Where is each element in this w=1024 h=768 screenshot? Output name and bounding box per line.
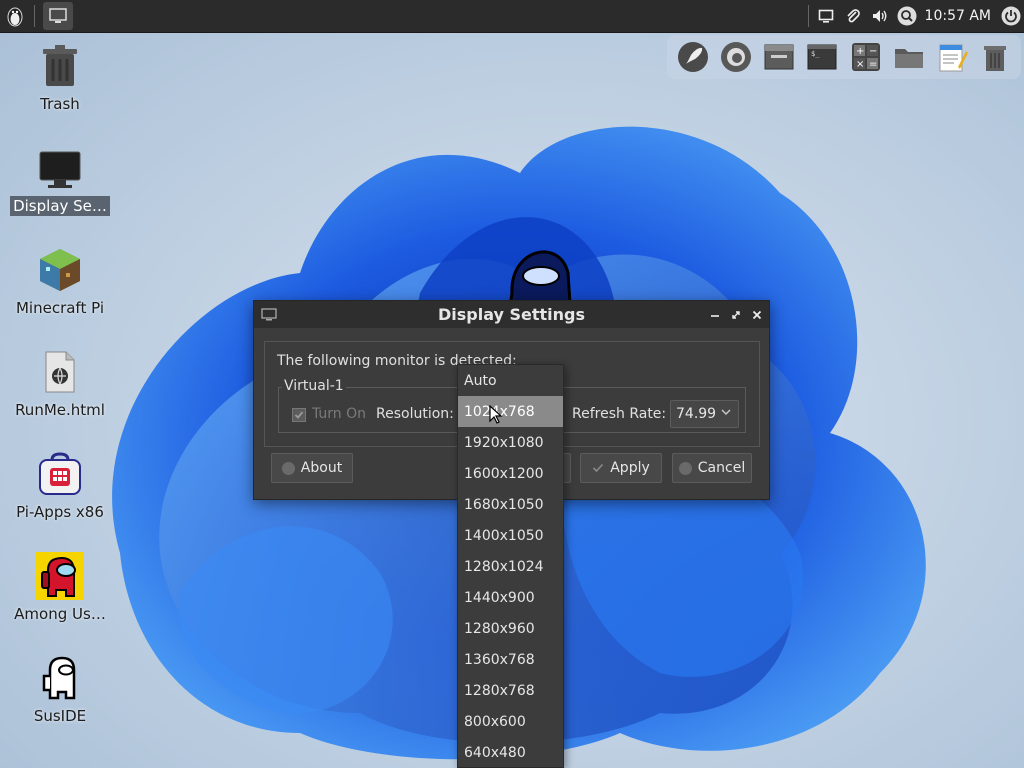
- turn-on-label: Turn On: [312, 406, 367, 422]
- about-button[interactable]: About: [271, 453, 353, 483]
- resolution-label: Resolution:: [376, 406, 454, 422]
- close-button[interactable]: [747, 301, 767, 328]
- refresh-rate-combo[interactable]: 74.99: [670, 400, 739, 428]
- apply-check-icon: [592, 462, 604, 474]
- resolution-option[interactable]: 1280x1024: [458, 551, 563, 582]
- power-icon: [1001, 6, 1020, 26]
- svg-text:=: =: [869, 59, 877, 70]
- resolution-option[interactable]: Auto: [458, 365, 563, 396]
- desktop-icon-label: RunMe.html: [15, 401, 105, 419]
- desktop-icon-minecraft-pi[interactable]: Minecraft Pi: [6, 246, 114, 318]
- folder-icon[interactable]: [891, 39, 927, 75]
- desktop-icon-label: Display Se…: [10, 196, 110, 216]
- svg-text:+: +: [856, 46, 864, 57]
- about-icon: [281, 461, 295, 475]
- start-menu-button[interactable]: [0, 0, 30, 33]
- mouse-cursor-icon: [489, 405, 503, 424]
- about-label: About: [300, 460, 343, 476]
- resolution-option[interactable]: 640x480: [458, 737, 563, 768]
- minecraft-icon: [36, 246, 84, 294]
- monitor-name: Virtual-1: [282, 378, 346, 394]
- svg-text:$_: $_: [811, 50, 820, 58]
- monitor-icon: [36, 144, 84, 192]
- resolution-option[interactable]: 1280x960: [458, 613, 563, 644]
- cancel-button[interactable]: Cancel: [672, 453, 752, 483]
- resolution-option[interactable]: 1920x1080: [458, 427, 563, 458]
- html-file-icon: [36, 348, 84, 396]
- tray-clip[interactable]: [840, 0, 867, 33]
- desktop-icon-label: Pi-Apps x86: [16, 503, 104, 521]
- desktop-icon-suside[interactable]: SusIDE: [6, 654, 114, 726]
- maximize-button[interactable]: [726, 301, 746, 328]
- calculator-icon[interactable]: + − × =: [848, 39, 884, 75]
- resolution-option[interactable]: 1600x1200: [458, 458, 563, 489]
- cancel-icon: [678, 461, 692, 475]
- dock: $_ + − × =: [667, 35, 1021, 79]
- chevron-down-icon: [721, 406, 731, 420]
- resolution-option[interactable]: 1360x768: [458, 644, 563, 675]
- resolution-option[interactable]: 1680x1050: [458, 489, 563, 520]
- trash-icon: [36, 42, 84, 90]
- search-icon: [897, 6, 917, 26]
- refresh-rate-label: Refresh Rate:: [572, 406, 667, 422]
- trash-icon[interactable]: [977, 39, 1013, 75]
- top-panel: 10:57 AM: [0, 0, 1024, 33]
- desktop-icon-label: Trash: [40, 95, 80, 113]
- firefox-icon[interactable]: [718, 39, 754, 75]
- desktop-icon-pi-apps[interactable]: Pi-Apps x86: [6, 450, 114, 522]
- resolution-option[interactable]: 1440x900: [458, 582, 563, 613]
- screen-icon: [818, 9, 834, 23]
- dialog-titlebar[interactable]: Display Settings: [254, 301, 769, 328]
- panel-separator: [34, 5, 35, 27]
- apply-label: Apply: [610, 460, 650, 476]
- desktop-icon-label: Among Us…: [14, 605, 106, 623]
- tray-volume[interactable]: [867, 0, 894, 33]
- desktop-icon-trash[interactable]: Trash: [6, 42, 114, 114]
- pi-apps-icon: [36, 450, 84, 498]
- monitor-icon: [49, 8, 67, 23]
- tray-search[interactable]: [894, 0, 921, 33]
- desktop-icon-display-settings[interactable]: Display Se…: [6, 144, 114, 216]
- among-us-icon: [36, 552, 84, 600]
- svg-text:×: ×: [856, 59, 864, 70]
- resolution-option[interactable]: 800x600: [458, 706, 563, 737]
- file-manager-icon[interactable]: [761, 39, 797, 75]
- rocket-icon[interactable]: [675, 39, 711, 75]
- turn-on-checkbox[interactable]: [292, 408, 306, 422]
- taskbar-display-settings[interactable]: [43, 2, 73, 30]
- cancel-label: Cancel: [697, 460, 746, 476]
- terminal-icon[interactable]: $_: [804, 39, 840, 75]
- power-button[interactable]: [997, 0, 1024, 33]
- clock[interactable]: 10:57 AM: [925, 8, 991, 24]
- dialog-title: Display Settings: [437, 305, 586, 324]
- apply-button[interactable]: Apply: [580, 453, 662, 483]
- tray-display[interactable]: [813, 0, 840, 33]
- desktop-icon-among-us[interactable]: Among Us…: [6, 552, 114, 624]
- text-editor-icon[interactable]: [934, 39, 970, 75]
- resolution-option[interactable]: 1400x1050: [458, 520, 563, 551]
- desktop-icon-label: Minecraft Pi: [15, 299, 104, 317]
- resolution-dropdown-list: Auto 1024x768 1920x1080 1600x1200 1680x1…: [457, 364, 564, 768]
- desktop-icon-label: SusIDE: [33, 707, 87, 725]
- minimize-icon: [711, 314, 719, 317]
- minimize-button[interactable]: [705, 301, 725, 328]
- system-tray: 10:57 AM: [804, 0, 1024, 33]
- resolution-option-selected[interactable]: 1024x768: [458, 396, 563, 427]
- maximize-icon: [732, 310, 740, 319]
- check-icon: [294, 411, 304, 419]
- tray-separator: [807, 5, 809, 27]
- desktop-icon-runme-html[interactable]: RunMe.html: [6, 348, 114, 420]
- paperclip-icon: [847, 9, 860, 23]
- close-icon: [752, 310, 762, 319]
- tux-icon: [7, 7, 23, 27]
- suside-icon: [36, 654, 84, 702]
- svg-text:−: −: [869, 46, 877, 57]
- refresh-rate-value: 74.99: [676, 406, 717, 422]
- volume-icon: [873, 10, 887, 22]
- resolution-option[interactable]: 1280x768: [458, 675, 563, 706]
